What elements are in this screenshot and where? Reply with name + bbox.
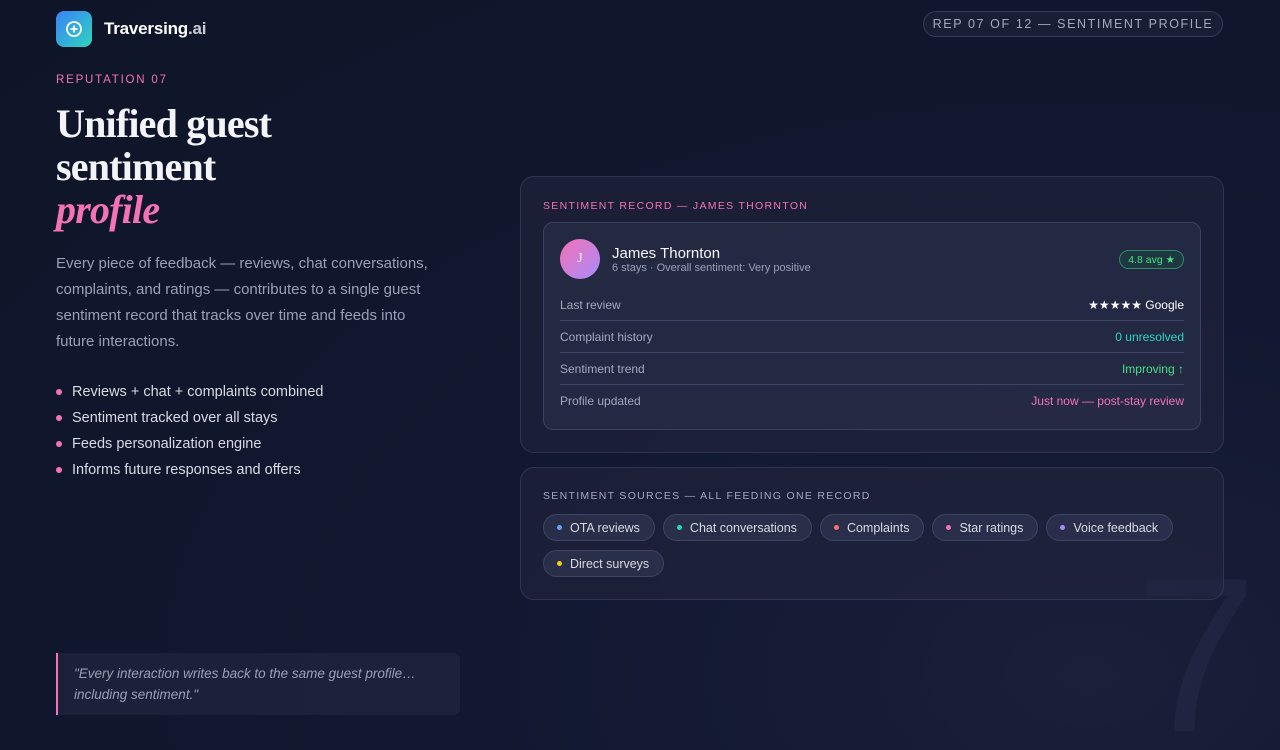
bullet-dot-icon bbox=[56, 415, 62, 421]
feature-label: Reviews + chat + complaints combined bbox=[72, 384, 324, 400]
source-dot-icon bbox=[676, 525, 682, 530]
feature-label: Feeds personalization engine bbox=[72, 436, 262, 452]
row-value: 0 unresolved bbox=[1115, 329, 1184, 344]
source-chip-ota-reviews[interactable]: OTA reviews bbox=[543, 514, 655, 541]
pull-quote: "Every interaction writes back to the sa… bbox=[56, 653, 460, 715]
rep-indicator: REP 07 OF 12 — SENTIMENT PROFILE bbox=[923, 11, 1223, 37]
profile-row-sentiment-trend: Sentiment trend Improving ↑ bbox=[560, 353, 1184, 385]
page-title: Unified guest sentiment profile bbox=[56, 101, 272, 232]
feature-item: Sentiment tracked over all stays bbox=[56, 405, 323, 431]
source-chip-voice-feedback[interactable]: Voice feedback bbox=[1046, 514, 1174, 541]
source-dot-icon bbox=[946, 525, 952, 530]
source-dot-icon bbox=[833, 525, 839, 530]
source-chip-direct-surveys[interactable]: Direct surveys bbox=[543, 550, 665, 577]
feature-label: Sentiment tracked over all stays bbox=[72, 410, 278, 426]
feature-item: Informs future responses and offers bbox=[56, 457, 323, 483]
chip-label: OTA reviews bbox=[570, 520, 640, 535]
row-key: Complaint history bbox=[560, 329, 653, 344]
chip-label: Complaints bbox=[846, 520, 910, 535]
section-eyebrow: REPUTATION 07 bbox=[56, 74, 168, 86]
feature-label: Informs future responses and offers bbox=[72, 462, 301, 478]
hero-description: Every piece of feedback — reviews, chat … bbox=[56, 255, 428, 350]
avatar: J bbox=[560, 239, 600, 279]
sentiment-sources-card: SENTIMENT SOURCES — ALL FEEDING ONE RECO… bbox=[520, 467, 1224, 600]
source-chip-star-ratings[interactable]: Star ratings bbox=[932, 514, 1039, 541]
record-card-label: SENTIMENT RECORD — JAMES THORNTON bbox=[543, 200, 809, 212]
source-chip-complaints[interactable]: Complaints bbox=[819, 514, 925, 541]
logo-glyph bbox=[66, 21, 82, 37]
chip-label: Chat conversations bbox=[689, 520, 797, 535]
profile-row-profile-updated: Profile updated Just now — post-stay rev… bbox=[560, 385, 1184, 417]
brand-name: Traversing.ai bbox=[104, 19, 207, 39]
guest-name: James Thornton bbox=[612, 245, 721, 262]
brand-logo[interactable]: Traversing.ai bbox=[56, 11, 207, 47]
source-chip-list: OTA reviews Chat conversations Complaint… bbox=[543, 514, 1203, 577]
source-dot-icon bbox=[557, 525, 562, 530]
bullet-dot-icon bbox=[56, 389, 62, 395]
profile-rows: Last review ★★★★★ Google Complaint histo… bbox=[560, 289, 1184, 417]
row-value: Just now — post-stay review bbox=[1031, 394, 1184, 408]
title-line-2: sentiment bbox=[56, 144, 216, 189]
source-dot-icon bbox=[557, 561, 562, 566]
chip-label: Direct surveys bbox=[570, 556, 650, 571]
sentiment-record-card: SENTIMENT RECORD — JAMES THORNTON J Jame… bbox=[520, 176, 1224, 453]
guest-profile-panel: J James Thornton 6 stays · Overall senti… bbox=[543, 222, 1201, 430]
row-key: Sentiment trend bbox=[560, 361, 645, 376]
guest-meta: 6 stays · Overall sentiment: Very positi… bbox=[612, 262, 811, 274]
row-value: Improving ↑ bbox=[1121, 361, 1184, 376]
feature-list: Reviews + chat + complaints combined Sen… bbox=[56, 379, 323, 483]
title-accent: profile bbox=[56, 187, 160, 232]
title-line-1: Unified guest bbox=[56, 101, 272, 146]
compass-plus-icon bbox=[56, 11, 92, 47]
bullet-dot-icon bbox=[56, 441, 62, 447]
row-key: Last review bbox=[560, 297, 621, 312]
brand-name-main: Traversing bbox=[104, 19, 188, 38]
source-chip-chat-conversations[interactable]: Chat conversations bbox=[662, 514, 812, 541]
feature-item: Feeds personalization engine bbox=[56, 431, 323, 457]
chip-label: Voice feedback bbox=[1073, 520, 1159, 535]
brand-name-suffix: .ai bbox=[188, 19, 207, 38]
chip-label: Star ratings bbox=[959, 520, 1024, 535]
source-dot-icon bbox=[1060, 525, 1066, 530]
row-value: ★★★★★ Google bbox=[1088, 297, 1184, 312]
row-key: Profile updated bbox=[560, 394, 641, 408]
profile-row-last-review: Last review ★★★★★ Google bbox=[560, 289, 1184, 321]
sources-card-label: SENTIMENT SOURCES — ALL FEEDING ONE RECO… bbox=[543, 490, 871, 502]
profile-row-complaint-history: Complaint history 0 unresolved bbox=[560, 321, 1184, 353]
feature-item: Reviews + chat + complaints combined bbox=[56, 379, 323, 405]
bullet-dot-icon bbox=[56, 467, 62, 473]
rating-badge: 4.8 avg ★ bbox=[1119, 250, 1184, 269]
